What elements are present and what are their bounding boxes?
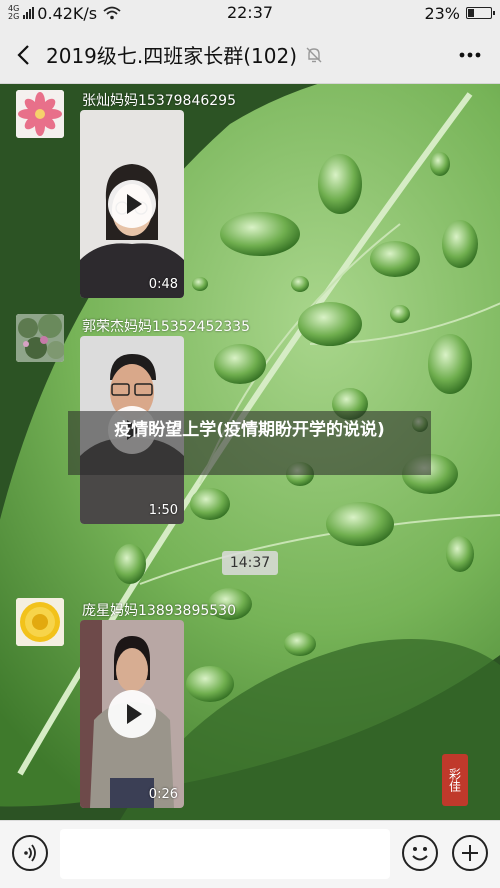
sender-avatar[interactable] — [16, 598, 64, 646]
video-duration: 0:48 — [148, 277, 178, 292]
sender-avatar[interactable] — [16, 90, 64, 138]
bell-muted-icon — [306, 47, 322, 62]
chat-title: 2019级七.四班家长群(102) — [46, 44, 298, 68]
more-dots-icon — [459, 52, 481, 57]
video-duration: 0:26 — [148, 787, 178, 802]
back-button[interactable] — [0, 44, 46, 66]
voice-button[interactable] — [12, 835, 48, 871]
sender-name: 张灿妈妈15379846295 — [82, 93, 236, 109]
voice-icon — [24, 844, 36, 862]
chat-header: 2019级七.四班家长群(102) — [0, 26, 500, 84]
play-icon[interactable] — [108, 690, 156, 738]
emoji-icon — [412, 847, 428, 861]
plus-icon — [462, 845, 478, 861]
time-separator: 14:37 — [222, 551, 278, 575]
status-bar: 4G 2G 0.42K/s 22:37 23% — [0, 0, 500, 26]
yellow-flower-avatar — [16, 598, 64, 646]
plus-button[interactable] — [452, 835, 488, 871]
garden-avatar — [16, 314, 64, 362]
message-input[interactable] — [60, 829, 390, 879]
play-icon[interactable] — [108, 180, 156, 228]
sender-name: 郭荣杰妈妈15352452335 — [82, 319, 250, 335]
clock: 22:37 — [226, 3, 274, 22]
more-button[interactable] — [440, 52, 500, 58]
video-message[interactable]: 0:26 — [80, 620, 184, 808]
chevron-left-icon — [17, 44, 29, 65]
overlay-caption: 疫情盼望上学(疫情期盼开学的说说) — [68, 411, 431, 475]
battery-icon — [466, 7, 495, 19]
sender-name: 庞星妈妈13893895530 — [82, 603, 236, 619]
input-bar — [0, 820, 500, 888]
video-message[interactable]: 0:48 — [80, 110, 184, 298]
seal-watermark: 彩佳 — [442, 754, 468, 806]
emoji-button[interactable] — [402, 835, 438, 871]
sender-avatar[interactable] — [16, 314, 64, 362]
pink-flower-avatar — [16, 90, 64, 138]
video-duration: 1:50 — [148, 503, 178, 518]
